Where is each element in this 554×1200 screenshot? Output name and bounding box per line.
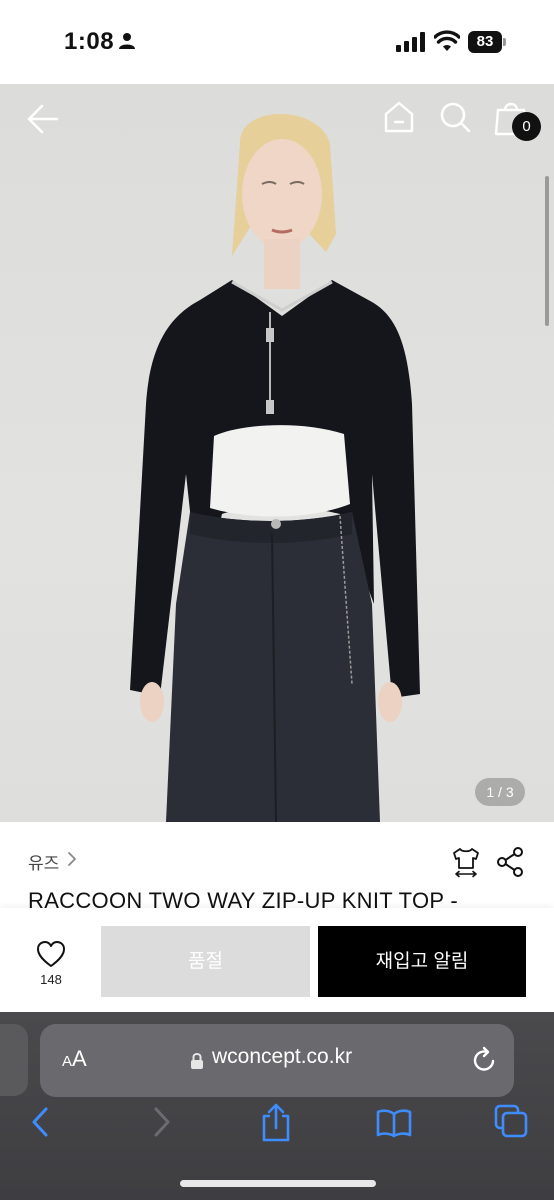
search-icon[interactable] xyxy=(438,100,472,134)
tabs-icon[interactable] xyxy=(494,1104,528,1138)
forward-chevron-icon xyxy=(154,1107,170,1137)
previous-tab-preview[interactable] xyxy=(0,1024,28,1096)
person-icon xyxy=(119,33,135,49)
restock-alert-button[interactable]: 재입고 알림 xyxy=(318,926,526,997)
product-photo xyxy=(130,114,420,822)
like-count: 148 xyxy=(40,972,62,987)
battery-level: 83 xyxy=(468,31,502,53)
size-guide-icon[interactable] xyxy=(450,846,482,878)
chevron-right-icon[interactable] xyxy=(66,850,78,868)
product-image-carousel[interactable]: 0 1 / 3 xyxy=(0,84,554,822)
lock-icon xyxy=(191,1053,203,1069)
wifi-icon xyxy=(434,30,460,51)
heart-icon[interactable] xyxy=(36,940,66,968)
share-icon[interactable] xyxy=(496,847,524,877)
brand-link[interactable]: 유즈 xyxy=(28,849,59,874)
url-text: wconcept.co.kr xyxy=(212,1045,353,1068)
status-bar: 1:08 83 xyxy=(0,0,554,84)
purchase-bar: 148 품절 재입고 알림 xyxy=(0,908,554,1012)
home-icon[interactable] xyxy=(382,100,416,134)
image-page-indicator: 1 / 3 xyxy=(475,778,525,806)
scrollbar[interactable] xyxy=(545,176,549,326)
bookmarks-icon[interactable] xyxy=(376,1108,412,1138)
soldout-button[interactable]: 품절 xyxy=(101,926,310,997)
signal-icon xyxy=(396,32,425,52)
browser-toolbar: AA wconcept.co.kr xyxy=(0,1012,554,1200)
back-arrow-icon[interactable] xyxy=(26,102,60,136)
address-bar[interactable]: AA wconcept.co.kr xyxy=(40,1024,514,1097)
home-indicator[interactable] xyxy=(180,1180,376,1187)
reader-aa-button[interactable]: AA xyxy=(62,1046,87,1072)
product-info: 유즈 RACCOON TWO WAY ZIP-UP KNIT TOP - xyxy=(0,822,554,912)
battery-icon: 83 xyxy=(468,31,508,53)
status-time: 1:08 xyxy=(64,28,115,55)
share-box-icon[interactable] xyxy=(260,1102,292,1142)
cart-count-badge: 0 xyxy=(512,112,541,141)
back-chevron-icon[interactable] xyxy=(30,1106,52,1138)
reload-icon[interactable] xyxy=(472,1046,498,1074)
